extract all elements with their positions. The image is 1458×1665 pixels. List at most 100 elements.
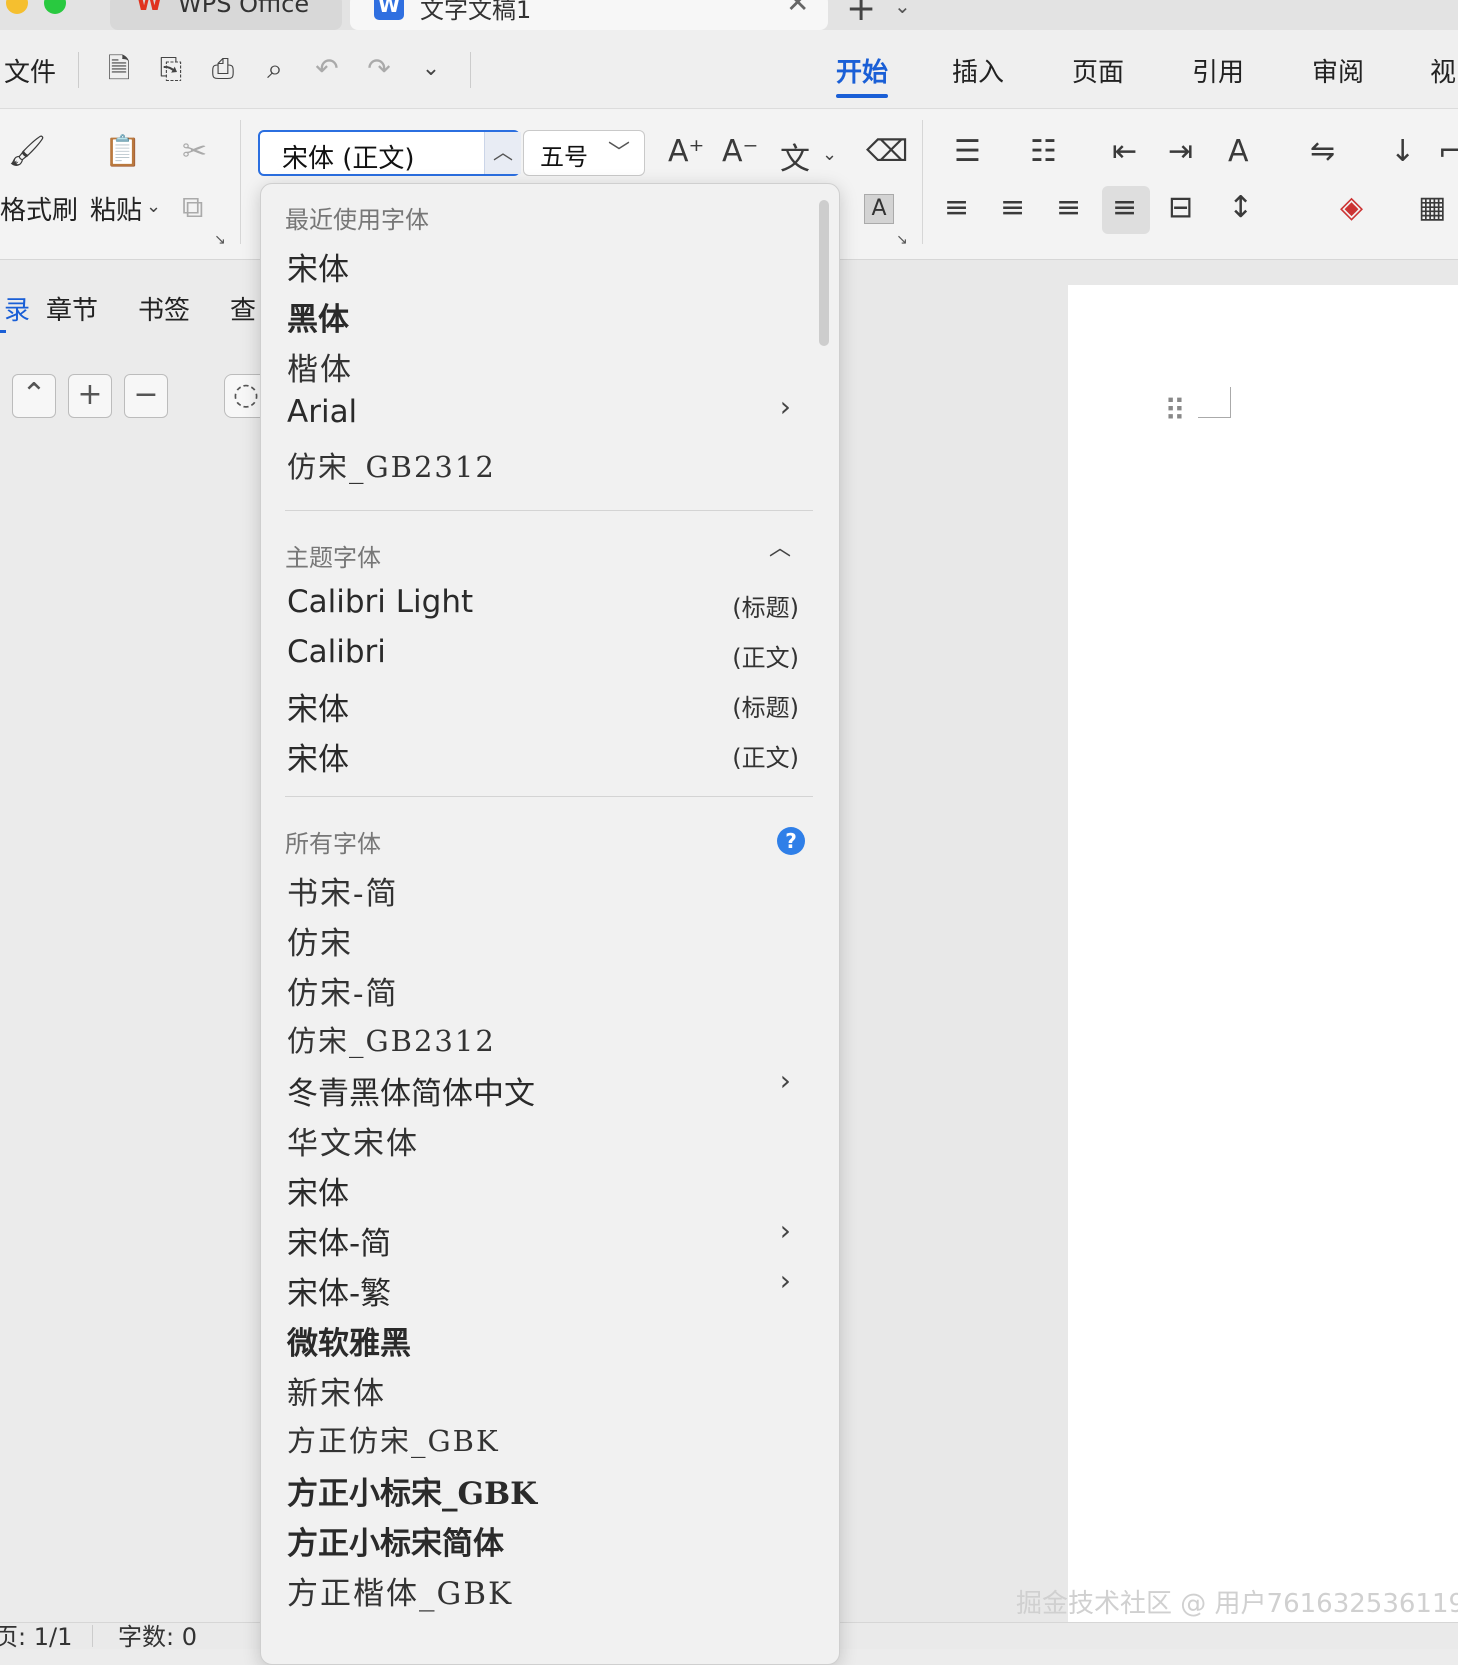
chevron-right-icon[interactable]: › [780, 1064, 791, 1097]
new-tab-button[interactable]: + [846, 0, 876, 29]
tab-home[interactable]: 开始 [836, 52, 888, 89]
align-right-icon[interactable]: ≡ [1056, 190, 1081, 225]
scrollbar-thumb[interactable] [819, 200, 829, 346]
paste-button[interactable]: 粘贴 [90, 190, 142, 227]
font-size-value[interactable]: 五号 [540, 137, 588, 172]
font-launcher-icon[interactable]: ↘ [896, 232, 908, 248]
help-icon[interactable]: ? [777, 827, 805, 855]
tab-bookmarks[interactable]: 书签 [138, 290, 190, 327]
expand-add-button[interactable]: + [68, 374, 112, 418]
character-shading-button[interactable]: A [864, 194, 894, 224]
font-name-combobox[interactable]: 宋体 (正文) ︿ [258, 130, 521, 176]
font-option[interactable]: 宋体 [287, 684, 349, 729]
print-preview-icon[interactable]: ⌕ [258, 52, 292, 86]
chevron-down-icon[interactable]: ⌄ [894, 0, 911, 18]
numbered-list-icon[interactable]: ☷ [1030, 134, 1057, 169]
font-option[interactable]: 宋体 [287, 244, 349, 289]
redo-icon[interactable]: ↷ [362, 52, 396, 86]
font-name-value[interactable]: 宋体 (正文) [282, 138, 415, 175]
chevron-right-icon[interactable]: › [780, 1214, 791, 1247]
collapse-button[interactable]: ⌃ [12, 374, 56, 418]
file-menu[interactable]: 文件 [4, 52, 56, 89]
decrease-indent-icon[interactable]: ⇤ [1112, 134, 1137, 169]
font-option[interactable]: 仿宋-简 [287, 968, 398, 1013]
tab-find[interactable]: 查 [230, 290, 256, 327]
undo-icon[interactable]: ↶ [310, 52, 344, 86]
font-option[interactable]: 方正仿宋_GBK [287, 1418, 500, 1460]
chevron-down-icon[interactable]: ⌄ [822, 144, 837, 165]
tab-sections[interactable]: 章节 [46, 290, 98, 327]
increase-indent-icon[interactable]: ⇥ [1168, 134, 1193, 169]
document-page[interactable]: ⠿ [1068, 285, 1458, 1625]
grow-font-icon[interactable]: A⁺ [668, 134, 704, 169]
font-option[interactable]: Arial [287, 394, 357, 430]
tab-wps-office[interactable]: W WPS Office [110, 0, 342, 30]
tab-view[interactable]: 视 [1430, 52, 1456, 89]
font-option[interactable]: 华文宋体 [287, 1118, 419, 1163]
font-option[interactable]: 仿宋_GB2312 [287, 444, 496, 486]
justify-button[interactable]: ≡ [1102, 186, 1150, 234]
chevron-up-icon[interactable]: ︿ [769, 530, 791, 562]
drag-handle-icon[interactable]: ⠿ [1164, 397, 1186, 427]
phonetic-guide-icon[interactable]: 文 [780, 134, 810, 178]
export-pdf-icon[interactable]: ⎘ [154, 52, 188, 86]
close-tab-icon[interactable]: ✕ [786, 0, 809, 19]
font-option[interactable]: 方正小标宋简体 [287, 1518, 504, 1563]
text-direction-icon[interactable]: A [1228, 134, 1249, 169]
tab-toc[interactable]: 目录 [0, 290, 30, 327]
paste-icon[interactable]: 📋 [104, 134, 141, 169]
sort-ascending-icon[interactable]: ↓ [1390, 134, 1415, 169]
sort-icon[interactable]: ⇋ [1310, 134, 1335, 169]
shading-color-icon[interactable]: ◈ [1340, 190, 1363, 225]
format-painter-icon[interactable]: 🖌 [8, 134, 46, 169]
page-count[interactable]: 页: 1/1 [0, 1617, 72, 1652]
font-option[interactable]: 冬青黑体简体中文 [287, 1068, 535, 1113]
font-option[interactable]: 黑体 [287, 294, 349, 339]
chevron-down-icon[interactable]: ⌄ [414, 52, 448, 86]
font-option[interactable]: 书宋-简 [287, 868, 398, 913]
font-option[interactable]: 仿宋_GB2312 [287, 1018, 496, 1060]
font-option[interactable]: 楷体 [287, 344, 353, 389]
print-icon[interactable]: ⎙ [206, 52, 240, 86]
tab-page[interactable]: 页面 [1072, 52, 1124, 89]
tab-references[interactable]: 引用 [1192, 52, 1244, 89]
borders-icon[interactable]: ▦ [1418, 190, 1446, 225]
word-count[interactable]: 字数: 0 [118, 1617, 197, 1652]
tab-insert[interactable]: 插入 [952, 52, 1004, 89]
font-option[interactable]: 宋体 [287, 734, 349, 779]
tab-review[interactable]: 审阅 [1312, 52, 1364, 89]
font-option[interactable]: 宋体 [287, 1168, 349, 1213]
chevron-right-icon[interactable]: › [780, 1264, 791, 1297]
font-option[interactable]: 宋体-繁 [287, 1268, 391, 1313]
font-option[interactable]: 新宋体 [287, 1368, 386, 1413]
font-dropdown-toggle[interactable]: ︿ [484, 132, 521, 174]
clipboard-launcher-icon[interactable]: ↘ [214, 232, 226, 248]
font-size-combobox[interactable]: 五号 ﹀ [523, 130, 645, 176]
zoom-window-button[interactable] [44, 0, 66, 14]
font-option[interactable]: 方正小标宋_GBK [287, 1468, 537, 1513]
show-marks-icon[interactable]: ⌐ [1438, 134, 1458, 169]
cut-icon[interactable]: ✂ [182, 134, 207, 169]
chevron-right-icon[interactable]: › [780, 390, 791, 423]
font-option[interactable]: 微软雅黑 [287, 1318, 411, 1363]
clear-format-icon[interactable]: ⌫ [866, 134, 908, 169]
minimize-window-button[interactable] [6, 0, 28, 14]
distributed-align-icon[interactable]: ⊟ [1168, 190, 1193, 225]
shrink-font-icon[interactable]: A⁻ [722, 134, 758, 169]
align-center-icon[interactable]: ≡ [1000, 190, 1025, 225]
chevron-down-icon[interactable]: ⌄ [146, 196, 161, 217]
font-option[interactable]: Calibri Light [287, 584, 473, 620]
font-option[interactable]: 仿宋 [287, 918, 353, 963]
bullet-list-icon[interactable]: ☰ [954, 134, 981, 169]
tab-document[interactable]: W 文字文稿1 ✕ [350, 0, 828, 30]
font-option[interactable]: Calibri [287, 634, 386, 670]
copy-icon[interactable]: ⧉ [182, 190, 203, 225]
font-option[interactable]: 方正楷体_GBK [287, 1568, 513, 1613]
save-icon[interactable]: 🗎 [102, 52, 136, 86]
chevron-down-icon[interactable]: ﹀ [608, 135, 630, 167]
align-left-icon[interactable]: ≡ [944, 190, 969, 225]
line-spacing-icon[interactable]: ↕ [1228, 190, 1253, 225]
font-option[interactable]: 宋体-简 [287, 1218, 391, 1263]
remove-button[interactable]: − [124, 374, 168, 418]
format-painter-label[interactable]: 格式刷 [0, 190, 78, 227]
